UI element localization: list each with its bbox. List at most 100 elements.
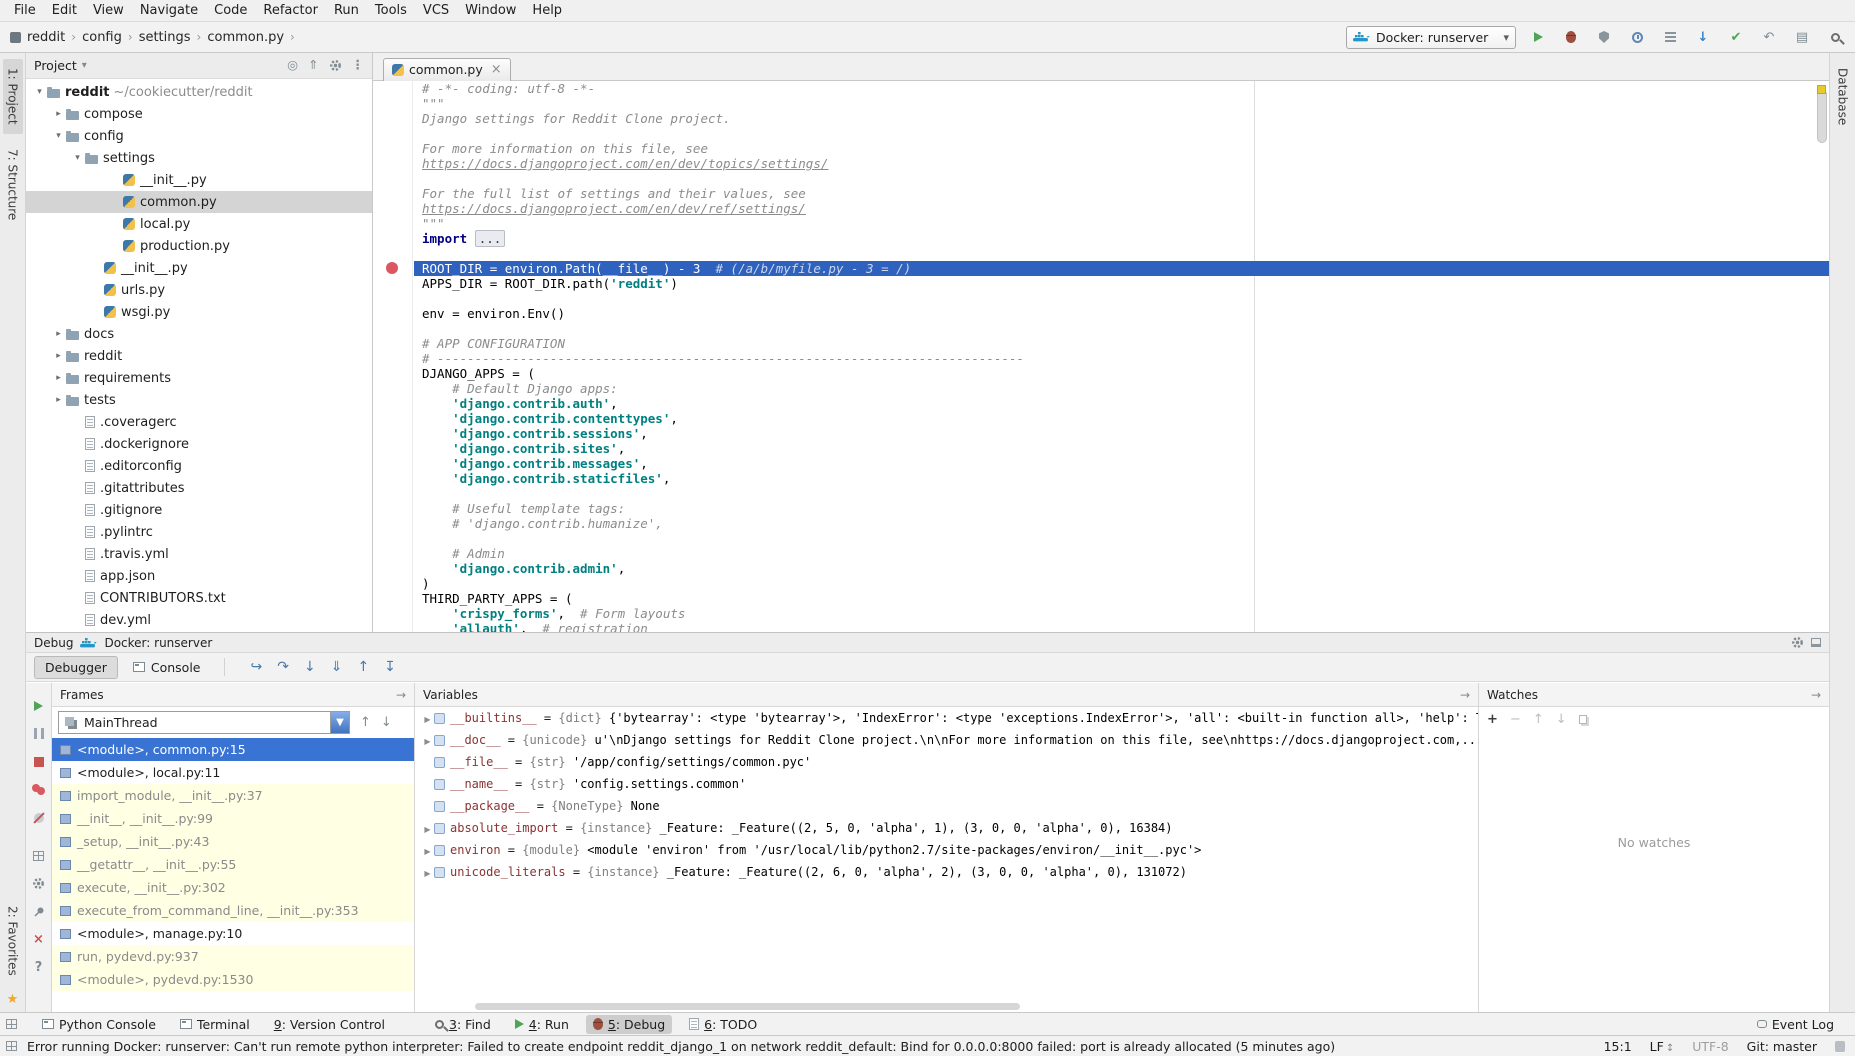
compare-button[interactable]: ▤ bbox=[1792, 27, 1812, 47]
tool-tab-4-run[interactable]: 4: Run bbox=[508, 1015, 576, 1034]
tree-item-reddit[interactable]: ▾reddit ~/cookiecutter/reddit bbox=[26, 81, 372, 103]
menu-navigate[interactable]: Navigate bbox=[132, 1, 206, 20]
update-project-button[interactable]: ↓ bbox=[1693, 27, 1713, 47]
tree-item-contributors-txt[interactable]: CONTRIBUTORS.txt bbox=[26, 587, 372, 609]
rollback-button[interactable]: ↶ bbox=[1759, 27, 1779, 47]
stack-frame[interactable]: <module>, pydevd.py:1530 bbox=[52, 968, 414, 991]
tree-item-production-py[interactable]: production.py bbox=[26, 235, 372, 257]
stack-frame[interactable]: run, pydevd.py:937 bbox=[52, 945, 414, 968]
tool-stripe-database[interactable]: Database bbox=[1833, 59, 1853, 134]
pause-program-button[interactable] bbox=[27, 721, 51, 746]
commit-changes-button[interactable]: ✔ bbox=[1726, 27, 1746, 47]
tool-tab-3-find[interactable]: 3: Find bbox=[428, 1015, 498, 1034]
variable-row[interactable]: __file__ = {str} '/app/config/settings/c… bbox=[415, 751, 1478, 773]
stack-frame[interactable]: _setup, __init__.py:43 bbox=[52, 830, 414, 853]
run-to-cursor-icon[interactable]: ↧ bbox=[384, 660, 396, 674]
tree-item-init-py[interactable]: __init__.py bbox=[26, 169, 372, 191]
breakpoint-icon[interactable] bbox=[386, 262, 398, 274]
chevron-down-icon[interactable]: ▾ bbox=[82, 61, 87, 71]
stack-frame[interactable]: import_module, __init__.py:37 bbox=[52, 784, 414, 807]
hide-panel-icon[interactable] bbox=[1811, 638, 1821, 647]
tool-stripe-project[interactable]: 1: Project bbox=[3, 59, 23, 134]
close-icon[interactable]: × bbox=[491, 62, 502, 77]
chevron-right-icon[interactable]: ▸ bbox=[51, 373, 66, 383]
tree-item-editorconfig[interactable]: .editorconfig bbox=[26, 455, 372, 477]
menu-file[interactable]: File bbox=[6, 1, 44, 20]
add-watch-icon[interactable]: + bbox=[1487, 713, 1498, 726]
gear-icon[interactable] bbox=[1791, 636, 1804, 649]
tree-item-docs[interactable]: ▸docs bbox=[26, 323, 372, 345]
remove-watch-icon[interactable]: − bbox=[1510, 713, 1521, 726]
restore-watches-icon[interactable]: → bbox=[1811, 689, 1821, 701]
tree-item-pylintrc[interactable]: .pylintrc bbox=[26, 521, 372, 543]
tool-tab-event-log[interactable]: Event Log bbox=[1750, 1015, 1841, 1034]
locate-file-icon[interactable]: ◎ bbox=[287, 59, 298, 72]
editor-gutter[interactable] bbox=[373, 81, 413, 632]
line-separator-indicator[interactable]: LF↕ bbox=[1650, 1039, 1675, 1054]
tree-item-common-py[interactable]: common.py bbox=[26, 191, 372, 213]
resume-program-button[interactable] bbox=[27, 693, 51, 718]
caret-position[interactable]: 15:1 bbox=[1604, 1039, 1632, 1054]
collapse-all-icon[interactable]: ⇑ bbox=[308, 59, 318, 72]
stack-frame[interactable]: <module>, manage.py:10 bbox=[52, 922, 414, 945]
move-watch-down-icon[interactable]: ↓ bbox=[1556, 713, 1567, 726]
debugger-settings-button[interactable] bbox=[27, 871, 51, 896]
tool-stripe-structure[interactable]: 7: Structure bbox=[3, 140, 23, 229]
chevron-down-icon[interactable]: ▾ bbox=[70, 153, 85, 163]
restore-variables-icon[interactable]: → bbox=[1460, 689, 1470, 701]
highlighting-level-icon[interactable] bbox=[1835, 1041, 1845, 1052]
vcs-branch[interactable]: Git: master bbox=[1747, 1039, 1817, 1054]
tree-item-travis-yml[interactable]: .travis.yml bbox=[26, 543, 372, 565]
breadcrumb-common-py[interactable]: common.py bbox=[205, 29, 286, 46]
editor-tab-common-py[interactable]: common.py × bbox=[383, 58, 511, 81]
tree-item-compose[interactable]: ▸compose bbox=[26, 103, 372, 125]
variable-row[interactable]: ▶environ = {module} <module 'environ' fr… bbox=[415, 839, 1478, 861]
step-over-icon[interactable]: ↷ bbox=[277, 660, 289, 674]
menu-view[interactable]: View bbox=[85, 1, 132, 20]
tree-item-tests[interactable]: ▸tests bbox=[26, 389, 372, 411]
tree-item-reddit[interactable]: ▸reddit bbox=[26, 345, 372, 367]
tree-item-gitattributes[interactable]: .gitattributes bbox=[26, 477, 372, 499]
stop-button[interactable] bbox=[27, 749, 51, 774]
editor-scrollbar[interactable] bbox=[1815, 81, 1829, 632]
status-message[interactable]: Error running Docker: runserver: Can't r… bbox=[27, 1039, 1335, 1054]
tool-windows-icon[interactable] bbox=[6, 1041, 17, 1051]
tree-item-requirements[interactable]: ▸requirements bbox=[26, 367, 372, 389]
expand-arrow-icon[interactable]: ▶ bbox=[421, 863, 434, 883]
chevron-right-icon[interactable]: ▸ bbox=[51, 329, 66, 339]
variable-row[interactable]: ▶__builtins__ = {dict} {'bytearray': <ty… bbox=[415, 707, 1478, 729]
tool-tab-terminal[interactable]: Terminal bbox=[173, 1015, 257, 1034]
chevron-right-icon[interactable]: ▸ bbox=[51, 395, 66, 405]
step-into-icon[interactable]: ↓ bbox=[304, 660, 316, 674]
menu-code[interactable]: Code bbox=[206, 1, 255, 20]
expand-arrow-icon[interactable]: ▶ bbox=[421, 819, 434, 839]
variable-row[interactable]: __package__ = {NoneType} None bbox=[415, 795, 1478, 817]
editor-body[interactable]: # -*- coding: utf-8 -*-"""Django setting… bbox=[373, 81, 1829, 632]
menu-run[interactable]: Run bbox=[326, 1, 367, 20]
step-out-icon[interactable]: ↑ bbox=[357, 660, 369, 674]
tree-item-dockerignore[interactable]: .dockerignore bbox=[26, 433, 372, 455]
menu-edit[interactable]: Edit bbox=[44, 1, 85, 20]
tool-windows-toggle-icon[interactable] bbox=[6, 1019, 17, 1029]
breadcrumb-settings[interactable]: settings bbox=[137, 29, 193, 46]
tree-item-gitignore[interactable]: .gitignore bbox=[26, 499, 372, 521]
code-editor[interactable]: # -*- coding: utf-8 -*-"""Django setting… bbox=[414, 81, 1829, 632]
variable-row[interactable]: __name__ = {str} 'config.settings.common… bbox=[415, 773, 1478, 795]
tool-tab-6-todo[interactable]: 6: TODO bbox=[682, 1015, 764, 1034]
thread-selector[interactable]: MainThread ▼ bbox=[58, 711, 350, 734]
stack-frame[interactable]: execute, __init__.py:302 bbox=[52, 876, 414, 899]
tree-item-init-py[interactable]: __init__.py bbox=[26, 257, 372, 279]
variables-hscrollbar[interactable] bbox=[475, 1003, 1020, 1010]
menu-refactor[interactable]: Refactor bbox=[255, 1, 326, 20]
expand-arrow-icon[interactable]: ▶ bbox=[421, 841, 434, 861]
tree-item-urls-py[interactable]: urls.py bbox=[26, 279, 372, 301]
mute-breakpoints-button[interactable] bbox=[27, 805, 51, 830]
stack-frame[interactable]: <module>, local.py:11 bbox=[52, 761, 414, 784]
chevron-down-icon[interactable]: ▾ bbox=[32, 87, 47, 97]
restore-layout-button[interactable] bbox=[27, 843, 51, 868]
project-settings-icon[interactable] bbox=[329, 59, 342, 72]
chevron-right-icon[interactable]: ▸ bbox=[51, 351, 66, 361]
tree-item-coveragerc[interactable]: .coveragerc bbox=[26, 411, 372, 433]
debug-tab-console[interactable]: Console bbox=[122, 656, 212, 679]
stack-frame[interactable]: <module>, common.py:15 bbox=[52, 738, 414, 761]
